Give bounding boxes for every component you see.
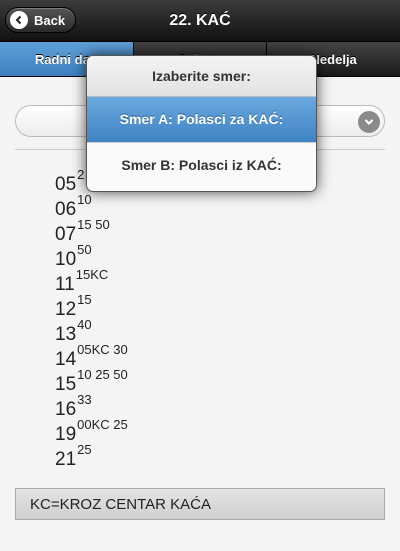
popup-title: Izaberite smer: — [87, 56, 316, 97]
schedule-row: 16 33 — [55, 392, 128, 421]
header-bar: Back 22. KAĆ — [0, 0, 400, 42]
hour: 05 — [55, 174, 77, 195]
schedule-row: 10 50 — [55, 242, 128, 271]
schedule-row: 19 00KC 25 — [55, 417, 128, 446]
hour: 11 — [55, 274, 75, 295]
schedule-row: 12 15 — [55, 292, 128, 321]
hour: 13 — [55, 324, 77, 345]
minutes: 05KC 30 — [77, 342, 128, 357]
hour: 12 — [55, 299, 77, 320]
schedule-row: 07 15 50 — [55, 217, 128, 246]
option-smer-b[interactable]: Smer B: Polasci iz KAĆ: — [87, 143, 316, 188]
schedule-row: 21 25 — [55, 442, 128, 471]
schedule-row: 13 40 — [55, 317, 128, 346]
schedule-row: 14 05KC 30 — [55, 342, 128, 371]
minutes: 40 — [77, 317, 92, 332]
hour: 06 — [55, 199, 77, 220]
schedule-row: 06 10 — [55, 192, 128, 221]
minutes: 2 — [77, 167, 85, 182]
minutes: 33 — [77, 392, 92, 407]
minutes: 25 — [77, 442, 92, 457]
hour: 15 — [55, 374, 77, 395]
minutes: 10 — [77, 192, 92, 207]
hour: 21 — [55, 449, 77, 470]
departure-schedule: 05 2 06 10 07 15 50 10 50 11 15KC 12 15 13 40 1… — [55, 167, 128, 471]
hour: 10 — [55, 249, 77, 270]
option-smer-a[interactable]: Smer A: Polasci za KAĆ: — [87, 97, 316, 143]
hour: 16 — [55, 399, 77, 420]
hour: 07 — [55, 224, 77, 245]
minutes: 00KC 25 — [77, 417, 128, 432]
minutes: 15KC — [75, 267, 109, 282]
schedule-row: 15 10 25 50 — [55, 367, 128, 396]
minutes: 15 50 — [77, 217, 110, 232]
page-title: 22. KAĆ — [169, 12, 231, 29]
minutes: 15 — [77, 292, 92, 307]
legend-note: KC=KROZ CENTAR KAĆA — [15, 488, 385, 520]
minutes: 50 — [77, 242, 92, 257]
hour: 19 — [55, 424, 77, 445]
minutes: 10 25 50 — [77, 367, 128, 382]
direction-popup: Izaberite smer: Smer A: Polasci za KAĆ: … — [86, 55, 317, 192]
schedule-row: 11 15KC — [55, 267, 128, 296]
hour: 14 — [55, 349, 77, 370]
chevron-down-icon — [358, 111, 380, 133]
